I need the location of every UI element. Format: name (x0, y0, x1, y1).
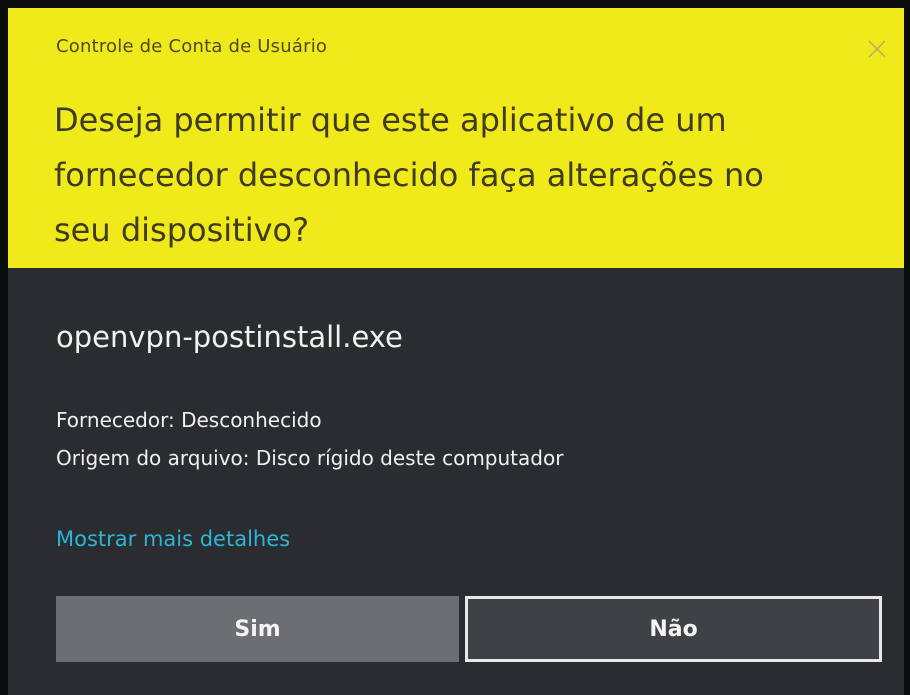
publisher-info: Fornecedor: Desconhecido (56, 408, 322, 432)
close-icon (868, 40, 886, 58)
permission-question: Deseja permitir que este aplicativo de u… (54, 93, 854, 258)
no-button[interactable]: Não (465, 596, 882, 662)
yes-button-label: Sim (234, 616, 281, 642)
question-line: fornecedor desconhecido faça alterações … (54, 156, 764, 194)
program-name: openvpn-postinstall.exe (56, 320, 403, 354)
dialog-title: Controle de Conta de Usuário (56, 36, 328, 57)
question-line: Deseja permitir que este aplicativo de u… (54, 101, 727, 139)
file-origin-info: Origem do arquivo: Disco rígido deste co… (56, 446, 564, 470)
show-more-details-link[interactable]: Mostrar mais detalhes (56, 527, 290, 551)
screen-frame: Controle de Conta de Usuário Deseja perm… (0, 0, 910, 695)
question-line: seu dispositivo? (54, 211, 310, 249)
yes-button[interactable]: Sim (56, 596, 459, 662)
close-button[interactable] (866, 38, 888, 60)
dialog-body: openvpn-postinstall.exe Fornecedor: Desc… (8, 268, 904, 695)
no-button-label: Não (649, 616, 698, 642)
dialog-header: Controle de Conta de Usuário Deseja perm… (8, 8, 904, 268)
uac-dialog: Controle de Conta de Usuário Deseja perm… (8, 8, 904, 695)
